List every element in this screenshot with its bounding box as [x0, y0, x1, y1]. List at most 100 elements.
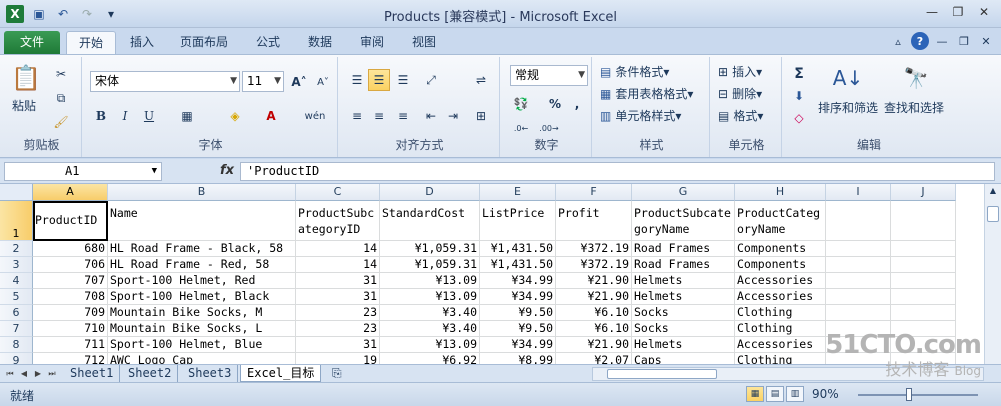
column-header[interactable]: B	[108, 184, 296, 201]
normal-view-icon[interactable]: ▦	[746, 386, 764, 402]
align-top-icon[interactable]: ☰	[346, 69, 368, 91]
table-cell[interactable]: ¥34.99	[480, 273, 556, 289]
table-cell[interactable]: Accessories	[735, 273, 826, 289]
table-cell[interactable]: ¥372.19	[556, 257, 632, 273]
row-header[interactable]: 5	[0, 289, 33, 305]
header-cell[interactable]: Name	[108, 201, 296, 241]
conditional-format-button[interactable]: ▤ 条件格式 ▾	[600, 63, 669, 80]
table-cell[interactable]: Caps	[632, 353, 735, 364]
header-cell[interactable]	[826, 201, 891, 241]
italic-button[interactable]: I	[114, 105, 136, 127]
table-cell[interactable]: HL Road Frame - Red, 58	[108, 257, 296, 273]
insert-function-icon[interactable]: fx	[220, 163, 234, 178]
table-cell[interactable]: ¥13.09	[380, 337, 480, 353]
table-cell[interactable]: Helmets	[632, 337, 735, 353]
orientation-icon[interactable]: ⤢	[420, 69, 442, 91]
zoom-slider[interactable]	[858, 394, 978, 396]
sheet-tab-sheet1[interactable]: Sheet1	[64, 365, 121, 382]
table-cell[interactable]: ¥9.50	[480, 321, 556, 337]
table-cell[interactable]: ¥372.19	[556, 241, 632, 257]
clear-icon[interactable]: ◇	[788, 107, 810, 129]
align-left-icon[interactable]: ≡	[346, 105, 368, 127]
table-cell[interactable]: 706	[33, 257, 108, 273]
table-cell[interactable]: Components	[735, 241, 826, 257]
tab-review[interactable]: 审阅	[348, 31, 396, 54]
table-cell[interactable]: ¥6.10	[556, 321, 632, 337]
table-cell[interactable]: 31	[296, 273, 380, 289]
last-sheet-icon[interactable]: ⏭	[46, 367, 58, 380]
table-cell[interactable]	[891, 273, 956, 289]
table-cell[interactable]: ¥34.99	[480, 289, 556, 305]
zoom-level[interactable]: 90%	[812, 387, 839, 401]
table-cell[interactable]	[826, 257, 891, 273]
scroll-up-icon[interactable]: ▲	[987, 186, 999, 198]
tab-file[interactable]: 文件	[4, 31, 60, 54]
table-cell[interactable]: Accessories	[735, 289, 826, 305]
table-cell[interactable]: 708	[33, 289, 108, 305]
table-cell[interactable]: 23	[296, 305, 380, 321]
tab-page-layout[interactable]: 页面布局	[168, 31, 240, 54]
restore-button[interactable]: ❐	[945, 2, 971, 22]
column-header[interactable]: F	[556, 184, 632, 201]
table-cell[interactable]: AWC Logo Cap	[108, 353, 296, 364]
cell-styles-button[interactable]: ▥ 单元格样式 ▾	[600, 107, 681, 124]
table-cell[interactable]: ¥1,431.50	[480, 241, 556, 257]
table-cell[interactable]: 31	[296, 337, 380, 353]
table-cell[interactable]: ¥1,059.31	[380, 257, 480, 273]
table-cell[interactable]: ¥21.90	[556, 273, 632, 289]
table-cell[interactable]	[826, 289, 891, 305]
align-bottom-icon[interactable]: ☰	[392, 69, 414, 91]
table-cell[interactable]: Socks	[632, 321, 735, 337]
table-cell[interactable]: 23	[296, 321, 380, 337]
header-cell[interactable]: ProductSubcategoryID	[296, 201, 380, 241]
column-header[interactable]: I	[826, 184, 891, 201]
table-cell[interactable]: ¥1,431.50	[480, 257, 556, 273]
table-cell[interactable]: 14	[296, 257, 380, 273]
row-header[interactable]: 9	[0, 353, 33, 364]
table-cell[interactable]: ¥21.90	[556, 337, 632, 353]
table-cell[interactable]: Sport-100 Helmet, Blue	[108, 337, 296, 353]
table-cell[interactable]: Road Frames	[632, 241, 735, 257]
table-cell[interactable]: 709	[33, 305, 108, 321]
table-cell[interactable]: ¥3.40	[380, 321, 480, 337]
find-select-button[interactable]: 查找和选择	[884, 99, 944, 116]
table-cell[interactable]: Socks	[632, 305, 735, 321]
comma-button[interactable]: ,	[566, 93, 588, 115]
autosum-button[interactable]: Σ	[788, 63, 810, 85]
table-cell[interactable]: ¥2.07	[556, 353, 632, 364]
sort-filter-icon[interactable]: A↓	[828, 61, 868, 95]
table-cell[interactable]: ¥6.92	[380, 353, 480, 364]
fill-icon[interactable]: ⬇	[788, 85, 810, 107]
tab-home[interactable]: 开始	[66, 31, 117, 54]
header-cell[interactable]	[891, 201, 956, 241]
workbook-restore-icon[interactable]: ❐	[955, 32, 973, 50]
header-cell[interactable]: ProductCategoryName	[735, 201, 826, 241]
table-cell[interactable]: 19	[296, 353, 380, 364]
workbook-minimize-icon[interactable]: —	[933, 32, 951, 50]
table-cell[interactable]	[891, 257, 956, 273]
zoom-slider-thumb[interactable]	[906, 388, 912, 401]
table-cell[interactable]: Helmets	[632, 273, 735, 289]
column-header[interactable]: E	[480, 184, 556, 201]
table-cell[interactable]: 712	[33, 353, 108, 364]
table-cell[interactable]: 711	[33, 337, 108, 353]
table-cell[interactable]: Road Frames	[632, 257, 735, 273]
table-cell[interactable]: ¥6.10	[556, 305, 632, 321]
page-break-view-icon[interactable]: ▥	[786, 386, 804, 402]
scroll-thumb[interactable]	[987, 206, 999, 222]
row-header[interactable]: 7	[0, 321, 33, 337]
column-header[interactable]: C	[296, 184, 380, 201]
table-cell[interactable]: 31	[296, 289, 380, 305]
table-cell[interactable]: Helmets	[632, 289, 735, 305]
currency-icon[interactable]: 💱	[510, 93, 532, 115]
formula-input[interactable]: 'ProductID	[240, 162, 995, 181]
table-cell[interactable]: ¥1,059.31	[380, 241, 480, 257]
active-cell[interactable]: ProductID	[33, 201, 108, 241]
collapse-ribbon-icon[interactable]: ▵	[889, 32, 907, 50]
insert-sheet-icon[interactable]: ⎘	[326, 365, 348, 382]
table-cell[interactable]: ¥13.09	[380, 289, 480, 305]
align-right-icon[interactable]: ≡	[392, 105, 414, 127]
percent-button[interactable]: %	[544, 93, 566, 115]
column-header[interactable]: D	[380, 184, 480, 201]
column-header[interactable]: H	[735, 184, 826, 201]
